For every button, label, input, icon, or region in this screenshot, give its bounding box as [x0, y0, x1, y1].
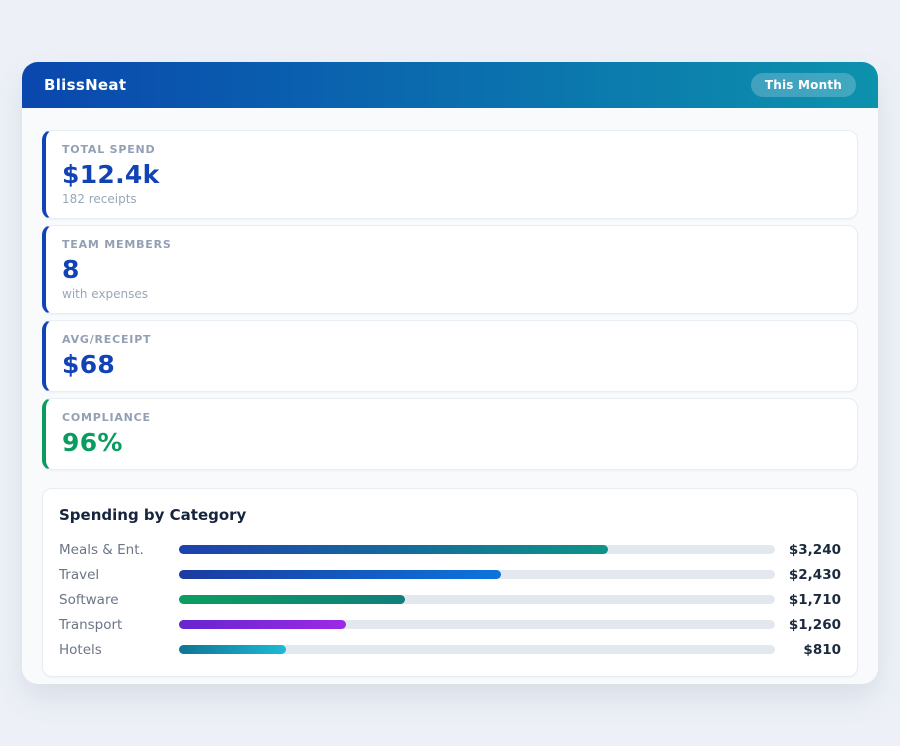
spending-by-category-card: Spending by Category Meals & Ent. $3,240…	[42, 488, 858, 677]
category-bar-track	[179, 620, 775, 629]
stat-label: TEAM MEMBERS	[62, 238, 841, 251]
category-bar-track	[179, 595, 775, 604]
app-title: BlissNeat	[44, 76, 126, 94]
category-amount: $1,710	[775, 592, 841, 608]
category-label: Meals & Ent.	[59, 542, 179, 558]
period-badge[interactable]: This Month	[751, 73, 856, 97]
category-label: Travel	[59, 567, 179, 583]
chart-title: Spending by Category	[59, 506, 841, 524]
category-amount: $3,240	[775, 542, 841, 558]
category-row-travel: Travel $2,430	[59, 562, 841, 587]
category-bar-fill	[179, 620, 346, 629]
category-row-transport: Transport $1,260	[59, 612, 841, 637]
stat-value: 8	[62, 255, 841, 284]
stat-subtext: 182 receipts	[62, 192, 841, 206]
stat-value: 96%	[62, 428, 841, 457]
stat-subtext: with expenses	[62, 287, 841, 301]
category-row-meals: Meals & Ent. $3,240	[59, 537, 841, 562]
category-bar-track	[179, 570, 775, 579]
stat-value: $12.4k	[62, 160, 841, 189]
stat-card-compliance: COMPLIANCE 96%	[42, 398, 858, 470]
category-label: Software	[59, 592, 179, 608]
category-row-software: Software $1,710	[59, 587, 841, 612]
category-bar-track	[179, 645, 775, 654]
stat-card-team-members: TEAM MEMBERS 8 with expenses	[42, 225, 858, 314]
stat-value: $68	[62, 350, 841, 379]
stat-card-avg-receipt: AVG/RECEIPT $68	[42, 320, 858, 392]
category-amount: $2,430	[775, 567, 841, 583]
app-header: BlissNeat This Month	[22, 62, 878, 108]
dashboard-panel: BlissNeat This Month TOTAL SPEND $12.4k …	[22, 62, 878, 684]
category-bar-track	[179, 545, 775, 554]
dashboard-content: TOTAL SPEND $12.4k 182 receipts TEAM MEM…	[22, 108, 878, 677]
category-bar-fill	[179, 595, 405, 604]
category-bar-fill	[179, 645, 286, 654]
stat-card-total-spend: TOTAL SPEND $12.4k 182 receipts	[42, 130, 858, 219]
category-row-hotels: Hotels $810	[59, 637, 841, 662]
stat-label: AVG/RECEIPT	[62, 333, 841, 346]
category-amount: $810	[775, 642, 841, 658]
category-bar-fill	[179, 570, 501, 579]
stat-label: COMPLIANCE	[62, 411, 841, 424]
category-label: Transport	[59, 617, 179, 633]
category-bar-fill	[179, 545, 608, 554]
category-label: Hotels	[59, 642, 179, 658]
category-amount: $1,260	[775, 617, 841, 633]
stat-label: TOTAL SPEND	[62, 143, 841, 156]
